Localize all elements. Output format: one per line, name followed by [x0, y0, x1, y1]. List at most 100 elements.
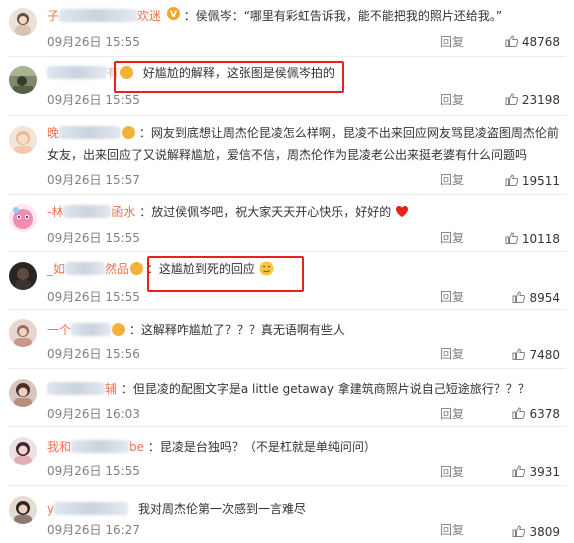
like-count: 19511 — [521, 174, 560, 188]
reply-button[interactable]: 回复 — [440, 346, 464, 362]
username-redacted — [54, 502, 129, 515]
comment-time: 09月26日 16:03 — [47, 407, 140, 421]
avatar[interactable] — [9, 496, 37, 524]
thumbs-up-icon — [505, 93, 518, 105]
avatar[interactable] — [9, 437, 37, 465]
avatar[interactable] — [9, 319, 37, 347]
username-redacted — [71, 440, 130, 453]
comment-item: y 我对周杰伦第一次感到一言难尽 09月26日 16:27 回复 3809 — [0, 486, 574, 543]
thumbs-up-icon — [505, 174, 518, 186]
username-tail[interactable]: 函水 — [111, 205, 135, 219]
comment-time: 09月26日 15:55 — [47, 464, 140, 478]
reply-button[interactable]: 回复 — [440, 406, 464, 422]
comment-line: -林 函水 ：放过侯佩岑吧，祝大家天天开心快乐，好好的 — [47, 201, 564, 223]
like-count: 10118 — [521, 232, 560, 246]
comment-text: ：网友到底想让周杰伦昆凌怎么样啊，昆凌不出来回应网友骂昆凌盗图周杰伦前 — [138, 126, 559, 140]
reply-button[interactable]: 回复 — [440, 92, 464, 108]
username-redacted — [59, 9, 138, 22]
vip-badge-icon — [122, 126, 136, 139]
svg-text:V: V — [170, 10, 177, 20]
highlight-box — [114, 61, 344, 93]
username[interactable]: -林 — [47, 205, 63, 219]
username[interactable]: 子 — [47, 9, 59, 23]
comment-time: 09月26日 16:27 — [47, 523, 140, 537]
comment-item: 辅 ：但昆凌的配图文字是a little getaway 拿建筑商照片说自己短途… — [0, 369, 574, 426]
red-heart-emoji — [396, 206, 409, 217]
like-button[interactable]: 3809 — [512, 524, 560, 540]
username-tail[interactable]: 然品 — [105, 262, 129, 276]
username[interactable]: 晚 — [47, 126, 59, 140]
avatar[interactable] — [9, 66, 37, 94]
comment-time: 09月26日 15:56 — [47, 347, 140, 361]
username-redacted — [59, 126, 122, 139]
comment-item: 我和 be ：昆凌是台独吗？（不是杠就是单纯问问） 09月26日 15:55 回复… — [0, 427, 574, 485]
like-button[interactable]: 8954 — [512, 290, 560, 306]
like-button[interactable]: 23198 — [505, 92, 560, 108]
username-redacted — [47, 66, 107, 79]
like-button[interactable]: 7480 — [512, 347, 560, 363]
like-button[interactable]: 6378 — [512, 406, 560, 422]
reply-button[interactable]: 回复 — [440, 289, 464, 305]
username[interactable]: 一个 — [47, 323, 71, 337]
reply-button[interactable]: 回复 — [440, 172, 464, 188]
comment-text: ：这解释咋尴尬了？？？真无语啊有些人 — [128, 323, 345, 337]
username-tail[interactable]: be — [129, 440, 144, 454]
comment-time: 09月26日 15:57 — [47, 173, 140, 187]
like-button[interactable]: 3931 — [512, 464, 560, 480]
username[interactable]: y — [47, 502, 54, 516]
comment-text: 我对周杰伦第一次感到一言难尽 — [137, 502, 306, 516]
like-count: 48768 — [521, 35, 560, 49]
vip-badge-icon — [130, 262, 144, 275]
avatar[interactable] — [9, 262, 37, 290]
comment-time: 09月26日 15:55 — [47, 35, 140, 49]
reply-button[interactable]: 回复 — [440, 522, 464, 538]
avatar[interactable] — [9, 204, 37, 232]
comment-line: 晚 ：网友到底想让周杰伦昆凌怎么样啊，昆凌不出来回应网友骂昆凌盗图周杰伦前 — [47, 122, 564, 144]
username[interactable]: 我和 — [47, 440, 71, 454]
thumbs-up-icon — [512, 348, 526, 360]
comment-item: 子 欢迷 V ：侯佩岑：“哪里有彩虹告诉我，能不能把我的照片还给我。” 09月26… — [0, 0, 574, 56]
username-tail[interactable]: 欢迷 — [137, 9, 161, 23]
username-redacted — [47, 382, 105, 395]
like-count: 6378 — [529, 407, 560, 421]
comment-line: 子 欢迷 V ：侯佩岑：“哪里有彩虹告诉我，能不能把我的照片还给我。” — [47, 5, 564, 27]
comment-text: ：放过侯佩岑吧，祝大家天天开心快乐，好好的 — [139, 205, 392, 219]
comment-time: 09月26日 15:55 — [47, 290, 140, 304]
thumbs-up-icon — [505, 35, 518, 47]
reply-button[interactable]: 回复 — [440, 34, 464, 50]
thumbs-up-icon — [512, 407, 526, 419]
username-redacted — [65, 262, 106, 275]
comment-time: 09月26日 15:55 — [47, 93, 140, 107]
comment-text: ：但昆凌的配图文字是a little getaway 拿建筑商照片说自己短途旅行… — [120, 382, 530, 396]
comment-text: ：侯佩岑：“哪里有彩虹告诉我，能不能把我的照片还给我。” — [183, 9, 503, 23]
thumbs-up-icon — [512, 291, 526, 303]
like-count: 7480 — [529, 348, 560, 362]
comment-item: 一个 ：这解释咋尴尬了？？？真无语啊有些人 09月26日 15:56 回复 74… — [0, 310, 574, 368]
comment-line: _如 然品 ：这尴尬到死的回应 — [47, 258, 564, 280]
username-tail[interactable]: 辅 — [105, 382, 117, 396]
avatar[interactable] — [9, 8, 37, 36]
like-count: 3809 — [529, 525, 560, 539]
thumbs-up-icon — [512, 525, 526, 537]
username-redacted — [63, 205, 112, 218]
like-button[interactable]: 10118 — [505, 231, 560, 247]
like-count: 23198 — [521, 93, 560, 107]
comment-line: y 我对周杰伦第一次感到一言难尽 — [47, 498, 564, 520]
like-button[interactable]: 48768 — [505, 34, 560, 50]
like-count: 3931 — [529, 465, 560, 479]
avatar[interactable] — [9, 379, 37, 407]
verified-badge-icon: V — [166, 7, 180, 20]
username[interactable]: _如 — [47, 262, 65, 276]
avatar[interactable] — [9, 126, 37, 154]
like-button[interactable]: 19511 — [505, 173, 560, 189]
reply-button[interactable]: 回复 — [440, 230, 464, 246]
comment-line: 我和 be ：昆凌是台独吗？（不是杠就是单纯问问） — [47, 436, 564, 458]
comment-text: ：昆凌是台独吗？（不是杠就是单纯问问） — [147, 440, 376, 454]
reply-button[interactable]: 回复 — [440, 464, 464, 480]
highlight-box — [147, 256, 304, 292]
comment-item: 晚 ：网友到底想让周杰伦昆凌怎么样啊，昆凌不出来回应网友骂昆凌盗图周杰伦前 女友… — [0, 116, 574, 194]
vip-badge-icon — [112, 323, 126, 336]
comment-line-2: 女友，出来回应了又说解释尴尬，爱信不信，周杰伦作为昆凌老公出来挺老婆有什么问题吗 — [47, 144, 564, 166]
username-redacted — [71, 323, 112, 336]
comment-line: 一个 ：这解释咋尴尬了？？？真无语啊有些人 — [47, 319, 564, 341]
